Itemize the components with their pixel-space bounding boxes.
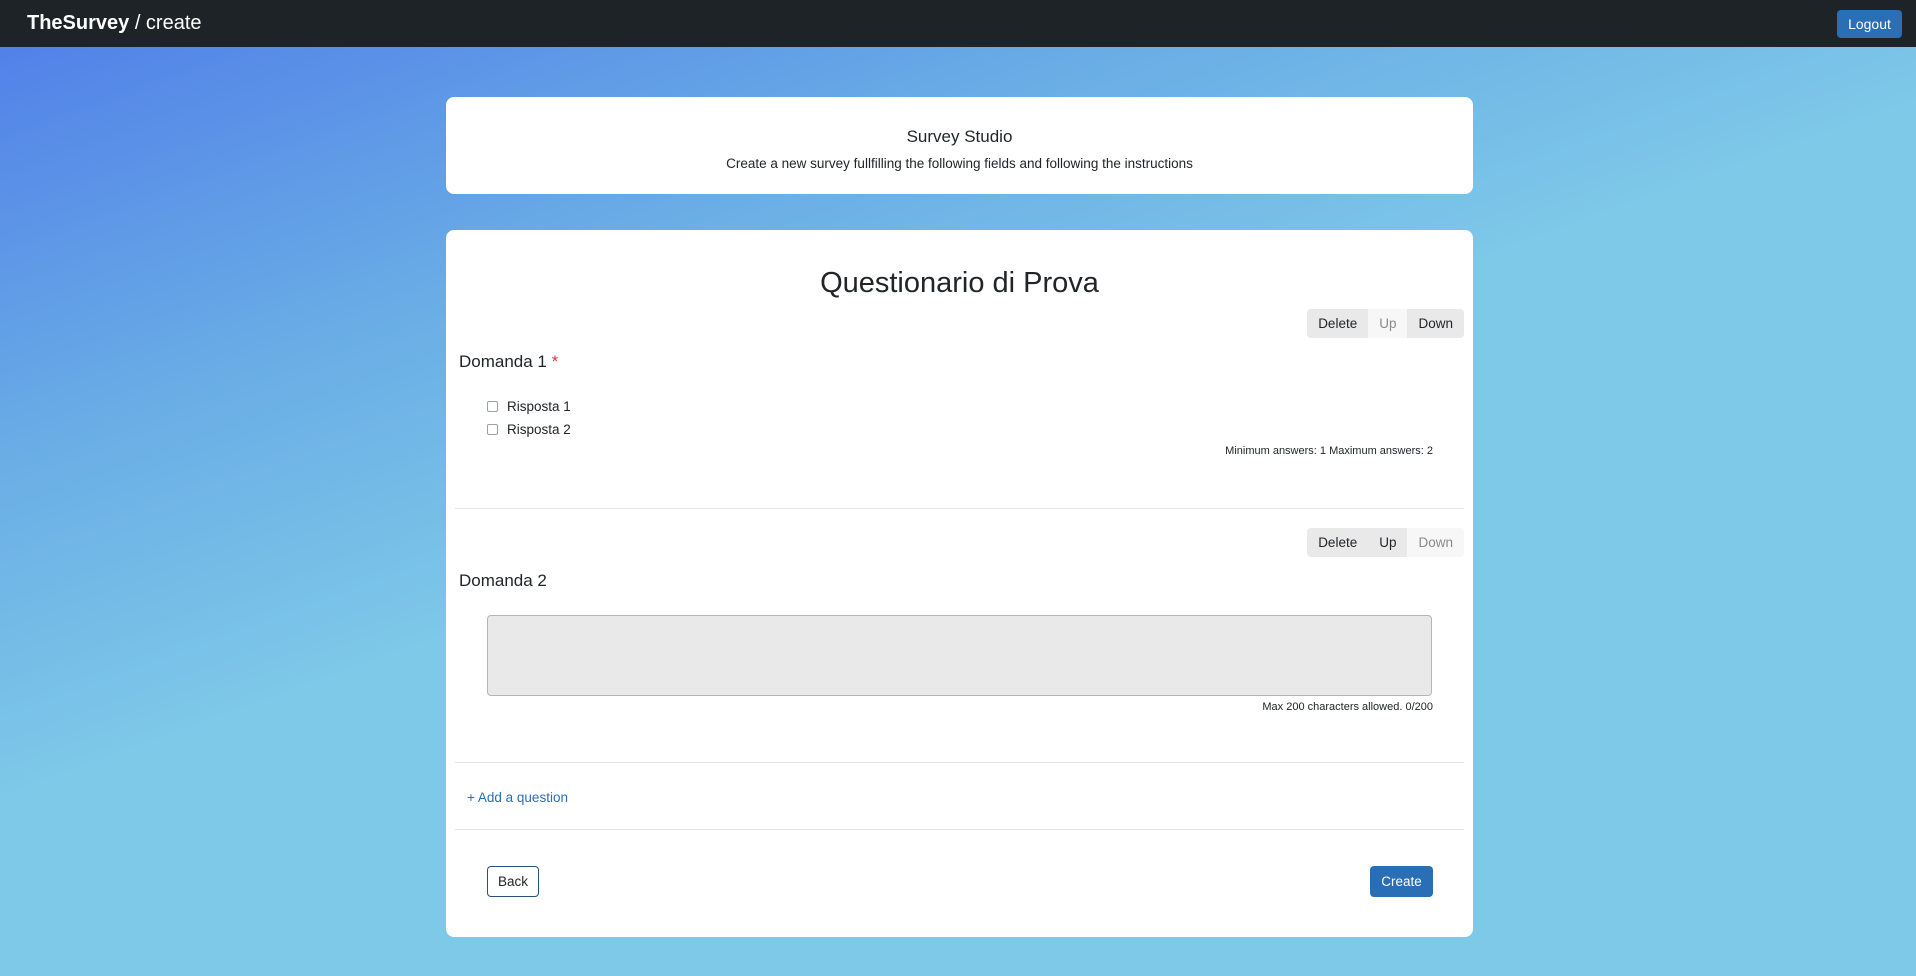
question-2-delete-button[interactable]: Delete	[1307, 528, 1369, 557]
logout-button[interactable]: Logout	[1837, 9, 1902, 38]
option-label: Risposta 2	[507, 422, 571, 437]
survey-editor-card: Questionario di Prova Delete Up Down Dom…	[446, 230, 1473, 937]
question-1-down-button[interactable]: Down	[1407, 309, 1464, 338]
brand-name: TheSurvey	[27, 12, 130, 34]
question-1-up-button: Up	[1368, 309, 1408, 338]
question-2-label: Domanda 2	[459, 571, 547, 590]
checkbox[interactable]	[487, 401, 498, 412]
survey-title: Questionario di Prova	[820, 267, 1099, 299]
required-marker: *	[551, 352, 559, 371]
question-2-down-button: Down	[1407, 528, 1464, 557]
divider	[455, 508, 1464, 509]
character-count-note: Max 200 characters allowed. 0/200	[1262, 701, 1433, 713]
question-2-answer-textarea[interactable]	[487, 615, 1432, 696]
divider	[455, 829, 1464, 830]
page-subtitle: Create a new survey fullfilling the foll…	[726, 156, 1193, 171]
back-button[interactable]: Back	[487, 866, 539, 897]
question-1-option-1[interactable]: Risposta 1	[487, 399, 571, 414]
question-1-controls: Delete Up Down	[1307, 309, 1464, 338]
app-brand[interactable]: TheSurvey / create	[27, 12, 202, 35]
question-1-delete-button[interactable]: Delete	[1307, 309, 1369, 338]
breadcrumb-page: / create	[129, 12, 202, 34]
question-1-option-2[interactable]: Risposta 2	[487, 422, 571, 437]
checkbox[interactable]	[487, 424, 498, 435]
question-2-title: Domanda 2	[459, 571, 547, 591]
navbar: TheSurvey / create Logout	[0, 0, 1916, 47]
question-1-title: Domanda 1 *	[459, 352, 558, 372]
question-2-controls: Delete Up Down	[1307, 528, 1464, 557]
header-card: Survey Studio Create a new survey fullfi…	[446, 97, 1473, 194]
page-title: Survey Studio	[906, 127, 1013, 146]
create-button[interactable]: Create	[1370, 866, 1433, 897]
divider	[455, 762, 1464, 763]
option-label: Risposta 1	[507, 399, 571, 414]
answers-limit-note: Minimum answers: 1 Maximum answers: 2	[1225, 445, 1433, 457]
add-question-link[interactable]: + Add a question	[467, 790, 568, 805]
question-1-label: Domanda 1	[459, 352, 547, 371]
question-2-up-button[interactable]: Up	[1368, 528, 1408, 557]
